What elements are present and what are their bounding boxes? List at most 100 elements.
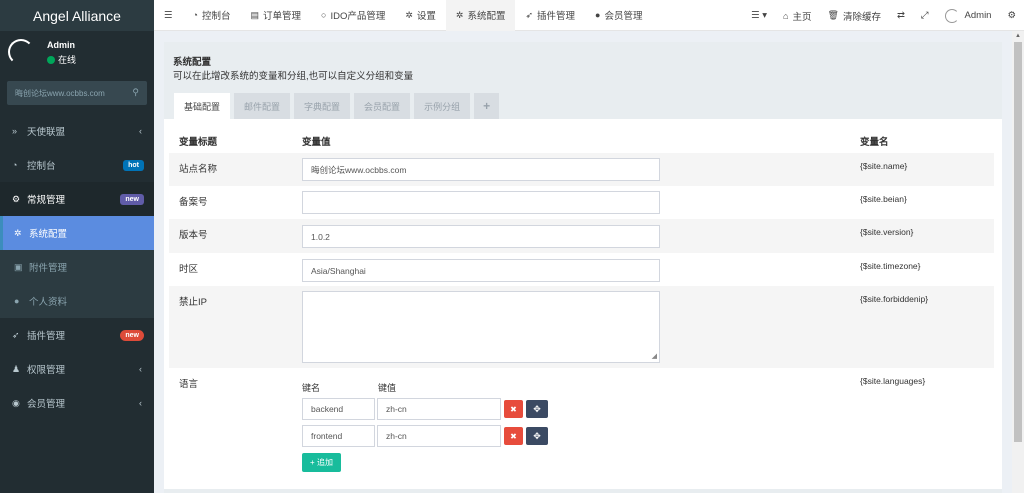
- sidebar-item-plugins[interactable]: ➶ 插件管理 new: [0, 318, 154, 352]
- key-header: 键名: [302, 383, 321, 393]
- cogs-icon: ⚙: [12, 193, 21, 204]
- table-row: 版本号 1.0.2 {$site.version}: [169, 219, 994, 253]
- sidebar-item-dashboard[interactable]: ◔ 控制台 hot: [0, 148, 154, 182]
- home-link[interactable]: ⌂ 主页: [775, 0, 819, 31]
- sidebar-item-system-config[interactable]: ✲ 系统配置: [0, 216, 154, 250]
- dashboard-icon: ◔: [192, 10, 198, 20]
- language-switch-button[interactable]: ⇄: [889, 0, 913, 31]
- chevron-left-icon: ‹: [139, 364, 142, 374]
- row-variable: {$site.timezone}: [860, 261, 921, 271]
- remove-button[interactable]: ✖: [504, 427, 523, 445]
- tab-email-config[interactable]: 邮件配置: [234, 93, 291, 119]
- tab-dictionary-config[interactable]: 字典配置: [294, 93, 351, 119]
- append-button[interactable]: + 追加: [302, 453, 341, 472]
- user-status: 在线: [47, 53, 76, 66]
- tab-label: 会员管理: [604, 11, 643, 22]
- remove-button[interactable]: ✖: [504, 400, 523, 418]
- tab-plugins[interactable]: ➶ 插件管理: [515, 0, 585, 31]
- sidebar-item-permissions[interactable]: ♟ 权限管理 ‹: [0, 352, 154, 386]
- drag-handle-button[interactable]: ✥: [526, 400, 548, 418]
- fullscreen-button[interactable]: ⤢: [913, 0, 937, 31]
- sidebar: Angel Alliance Admin 在线 晦创论坛www.ocbbs.co…: [0, 0, 154, 493]
- site-name-input[interactable]: 晦创论坛www.ocbbs.com: [302, 158, 660, 181]
- row-variable: {$site.name}: [860, 161, 908, 171]
- tab-members[interactable]: ● 会员管理: [585, 0, 652, 31]
- sidebar-item-label: 控制台: [27, 161, 56, 172]
- row-label: 版本号: [179, 230, 208, 241]
- language-key-input[interactable]: backend: [302, 398, 375, 420]
- content-area: 系统配置 可以在此增改系统的变量和分组,也可以自定义分组和变量 基础配置 邮件配…: [164, 42, 1002, 493]
- resize-grip-icon[interactable]: ◢: [652, 353, 657, 360]
- row-label: 站点名称: [179, 164, 218, 175]
- sidebar-item-members[interactable]: ◉ 会员管理 ‹: [0, 386, 154, 420]
- control-sidebar-button[interactable]: ⚙: [999, 0, 1024, 31]
- forbidden-ip-textarea[interactable]: ◢: [302, 291, 660, 363]
- sidebar-item-label: 个人资料: [29, 297, 68, 308]
- tab-ido-products[interactable]: ○ IDO产品管理: [311, 0, 395, 31]
- language-value-input[interactable]: zh-cn: [377, 398, 501, 420]
- drag-handle-button[interactable]: ✥: [526, 427, 548, 445]
- group-icon: ♟: [12, 363, 21, 374]
- tab-member-config[interactable]: 会员配置: [354, 93, 411, 119]
- sidebar-item-label: 插件管理: [27, 331, 66, 342]
- user-panel: Admin 在线: [0, 31, 154, 76]
- sidebar-item-general[interactable]: ⚙ 常规管理 new: [0, 182, 154, 216]
- search-input[interactable]: 晦创论坛www.ocbbs.com: [15, 88, 105, 99]
- brand-logo[interactable]: Angel Alliance: [0, 0, 154, 31]
- clear-cache-button[interactable]: 🗑 清除缓存: [820, 0, 889, 31]
- search-icon[interactable]: ⚲: [132, 87, 139, 98]
- tab-label: 插件管理: [537, 11, 576, 22]
- tab-system-config[interactable]: ✲ 系统配置: [445, 0, 516, 31]
- file-image-icon: ▣: [14, 261, 23, 272]
- tab-example-group[interactable]: 示例分组: [414, 93, 471, 119]
- user-icon: ●: [595, 10, 601, 20]
- multi-tab-dropdown[interactable]: ☰ ▾: [743, 0, 775, 31]
- arrows-icon: ✥: [533, 430, 541, 441]
- sidebar-toggle-button[interactable]: ☰: [154, 0, 183, 31]
- row-variable: {$site.forbiddenip}: [860, 294, 929, 304]
- sidebar-item-angel[interactable]: » 天使联盟 ‹: [0, 114, 154, 148]
- translate-icon: ⇄: [896, 10, 905, 21]
- language-key-input[interactable]: frontend: [302, 425, 375, 447]
- user-menu-label: Admin: [964, 10, 992, 21]
- avatar: [8, 39, 34, 65]
- sidebar-search[interactable]: 晦创论坛www.ocbbs.com ⚲: [7, 81, 147, 105]
- close-icon: ✖: [510, 431, 517, 441]
- version-input[interactable]: 1.0.2: [302, 225, 660, 248]
- value-header: 键值: [378, 383, 397, 393]
- add-group-button[interactable]: +: [474, 93, 500, 119]
- new-badge: new: [120, 194, 144, 205]
- page-scrollbar[interactable]: ▲: [1012, 31, 1024, 493]
- tab-label: 系统配置: [467, 11, 506, 22]
- circle-o-icon: ○: [321, 10, 327, 20]
- arrows-icon: ✥: [533, 403, 541, 414]
- sidebar-item-profile[interactable]: ● 个人资料: [0, 284, 154, 318]
- home-label: 主页: [792, 11, 812, 23]
- navbar-right: ☰ ▾ ⌂ 主页 🗑 清除缓存 ⇄ ⤢ Admin ⚙: [743, 0, 1024, 31]
- bars-icon: ☰ ▾: [751, 10, 768, 21]
- scroll-up-icon[interactable]: ▲: [1015, 33, 1021, 39]
- header-variable-value: 变量值: [302, 137, 331, 148]
- timezone-input[interactable]: Asia/Shanghai: [302, 259, 660, 282]
- beian-input[interactable]: [302, 191, 660, 214]
- tab-settings[interactable]: ✲ 设置: [395, 0, 446, 31]
- scrollbar-thumb[interactable]: [1014, 42, 1022, 442]
- chevron-left-icon: ‹: [139, 398, 142, 408]
- row-label: 禁止IP: [179, 297, 207, 308]
- tab-label: IDO产品管理: [330, 11, 386, 22]
- table-row: 时区 Asia/Shanghai {$site.timezone}: [169, 253, 994, 286]
- language-value-input[interactable]: zh-cn: [377, 425, 501, 447]
- tab-basic-config[interactable]: 基础配置: [174, 93, 231, 119]
- sidebar-item-attachments[interactable]: ▣ 附件管理: [0, 250, 154, 284]
- panel-heading: 系统配置 可以在此增改系统的变量和分组,也可以自定义分组和变量 基础配置 邮件配…: [164, 42, 1002, 119]
- fullscreen-icon: ⤢: [920, 10, 929, 21]
- tab-dashboard[interactable]: ◔ 控制台: [183, 0, 241, 31]
- tab-orders[interactable]: ▤ 订单管理: [240, 0, 311, 31]
- gear-icon: ✲: [405, 9, 413, 20]
- close-icon: ✖: [510, 404, 517, 414]
- rocket-icon: ➶: [12, 329, 20, 340]
- sidebar-item-label: 权限管理: [27, 365, 66, 376]
- tab-label: 控制台: [201, 11, 231, 22]
- row-variable: {$site.languages}: [860, 376, 926, 386]
- user-menu[interactable]: Admin: [937, 0, 1000, 31]
